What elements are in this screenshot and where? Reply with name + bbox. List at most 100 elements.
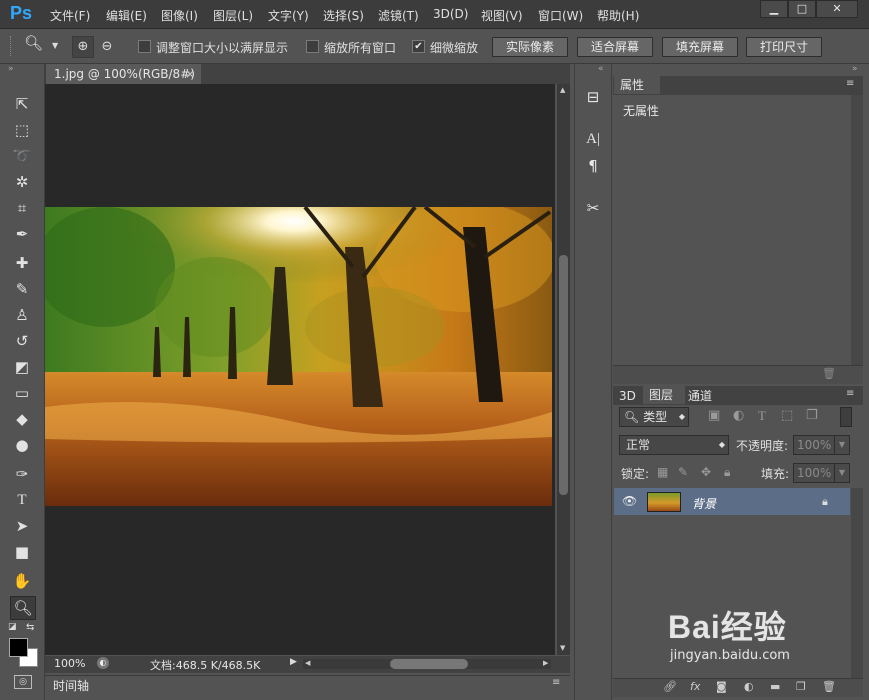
horizontal-scroll-thumb[interactable] [390,659,468,669]
properties-menu-icon[interactable]: ≡ [846,78,854,89]
status-info-icon[interactable]: ◐ [97,657,109,669]
chevron-down-icon[interactable]: ▼ [52,41,58,50]
scroll-right-arrow-icon[interactable]: ▶ [543,659,548,667]
filter-toggle-switch[interactable] [840,407,852,427]
scroll-left-arrow-icon[interactable]: ◀ [305,659,310,667]
close-tab-icon[interactable]: × [185,64,195,84]
fill-screen-button[interactable]: 填充屏幕 [662,37,738,57]
menu-edit[interactable]: 编辑(E) [106,7,147,24]
close-button[interactable]: ✕ [816,0,858,18]
properties-scrollbar[interactable] [851,95,863,365]
rectangle-tool-icon[interactable]: ■ [10,541,34,563]
lock-image-icon[interactable]: ✎ [678,465,688,479]
filter-pixel-icon[interactable]: ▣ [708,408,720,423]
fill-input[interactable]: 100% [793,463,836,483]
move-tool-icon[interactable]: ⇱ [10,93,34,115]
menu-type[interactable]: 文字(Y) [268,7,309,24]
foreground-color-swatch[interactable] [9,638,28,657]
eyedropper-tool-icon[interactable]: ✒ [10,223,34,245]
layers-scrollbar[interactable] [851,488,863,678]
actual-pixels-button[interactable]: 实际像素 [492,37,568,57]
lock-transparent-icon[interactable]: ▦ [657,465,668,479]
autumn-forest-image[interactable] [45,207,552,506]
paragraph-panel-icon[interactable]: ¶ [583,155,603,177]
crop-tool-icon[interactable]: ⌗ [10,197,34,219]
dodge-tool-icon[interactable]: ● [10,434,34,456]
menu-help[interactable]: 帮助(H) [597,7,639,24]
tab-3d[interactable]: 3D [619,387,636,405]
menu-view[interactable]: 视图(V) [481,7,523,24]
blur-tool-icon[interactable]: ◆ [10,408,34,430]
lasso-tool-icon[interactable]: ➰ [10,145,34,167]
delete-layer-icon[interactable]: 🗑︎ [822,680,836,693]
swap-colors-icon[interactable]: ⇆ [26,622,34,633]
brush-tool-icon[interactable]: ✎ [10,278,34,300]
vertical-scroll-thumb[interactable] [559,255,568,495]
pen-tool-icon[interactable]: ✑ [10,463,34,485]
clone-stamp-tool-icon[interactable]: ♙ [10,304,34,326]
menu-layer[interactable]: 图层(L) [213,7,253,24]
layer-style-icon[interactable]: fx [690,680,700,693]
zoom-all-checkbox[interactable] [306,40,319,53]
filter-shape-icon[interactable]: ⬚ [781,408,793,423]
magic-wand-tool-icon[interactable]: ✲ [10,171,34,193]
timeline-menu-icon[interactable]: ≡ [552,677,560,688]
visibility-eye-icon[interactable]: 👁︎ [622,494,637,508]
menu-filter[interactable]: 滤镜(T) [378,7,419,24]
eraser-tool-icon[interactable]: ◩ [10,356,34,378]
properties-delete-icon[interactable]: 🗑︎ [822,367,836,380]
menu-file[interactable]: 文件(F) [50,7,90,24]
lock-position-icon[interactable]: ✥ [701,465,711,479]
layer-filter-select[interactable]: 🔍︎ 类型 ◆ [619,407,689,427]
link-layers-icon[interactable]: 🔗︎ [663,680,677,693]
gradient-tool-icon[interactable]: ▭ [10,382,34,404]
menu-image[interactable]: 图像(I) [161,7,198,24]
maximize-button[interactable]: □ [788,0,816,18]
zoom-tool-icon[interactable]: 🔍︎ [10,596,36,620]
filter-adjustment-icon[interactable]: ◐ [733,408,744,423]
tab-layers[interactable]: 图层 [643,386,685,404]
filter-smart-object-icon[interactable]: ❐ [806,408,818,423]
scrubby-zoom-checkbox[interactable]: ✔ [412,40,425,53]
path-selection-tool-icon[interactable]: ➤ [10,515,34,537]
opacity-input[interactable]: 100% [793,435,836,455]
tab-channels[interactable]: 通道 [688,387,712,405]
document-tab[interactable]: 1.jpg @ 100%(RGB/8#) × [46,64,201,84]
layers-menu-icon[interactable]: ≡ [846,388,854,399]
zoom-tool-preset-icon[interactable]: 🔍︎ [24,34,43,52]
marquee-tool-icon[interactable]: ⬚ [10,119,34,141]
hand-tool-icon[interactable]: ✋ [10,570,34,592]
menu-select[interactable]: 选择(S) [323,7,364,24]
layer-name[interactable]: 背景 [692,495,716,512]
print-size-button[interactable]: 打印尺寸 [746,37,822,57]
collapse-dock-icon[interactable]: « [598,64,604,74]
tab-properties[interactable]: 属性 [614,76,660,94]
collapse-panels-icon[interactable]: » [852,64,858,74]
character-panel-icon[interactable]: A| [583,128,603,150]
adjustment-layer-icon[interactable]: ◐ [744,680,754,693]
scroll-down-arrow-icon[interactable]: ▼ [560,644,565,652]
scroll-up-arrow-icon[interactable]: ▲ [560,86,565,94]
layer-mask-icon[interactable]: ◙ [716,680,727,693]
fill-dropdown-icon[interactable]: ▼ [834,463,850,483]
collapse-tools-icon[interactable]: » [8,64,14,74]
filter-type-icon[interactable]: T [758,408,766,424]
fit-screen-button[interactable]: 适合屏幕 [577,37,653,57]
lock-all-icon[interactable]: 🔒︎ [724,465,730,480]
zoom-in-icon[interactable]: ⊕ [72,36,94,58]
menu-window[interactable]: 窗口(W) [538,7,583,24]
type-tool-icon[interactable]: T [10,489,34,511]
new-layer-icon[interactable]: ❐ [796,680,806,693]
zoom-out-icon[interactable]: ⊖ [96,36,118,58]
menu-3d[interactable]: 3D(D) [433,7,468,21]
default-colors-icon[interactable]: ◪ [8,622,17,632]
healing-brush-tool-icon[interactable]: ✚ [10,252,34,274]
clone-source-icon[interactable]: ⊟ [583,86,603,108]
blend-mode-select[interactable]: 正常 ◆ [619,435,729,455]
timeline-tab[interactable]: 时间轴 [53,677,89,694]
tool-presets-icon[interactable]: ✂ [583,197,603,219]
new-group-icon[interactable]: ▬ [770,680,780,693]
zoom-level[interactable]: 100% [54,657,85,670]
resize-windows-checkbox[interactable] [138,40,151,53]
opacity-dropdown-icon[interactable]: ▼ [834,435,850,455]
